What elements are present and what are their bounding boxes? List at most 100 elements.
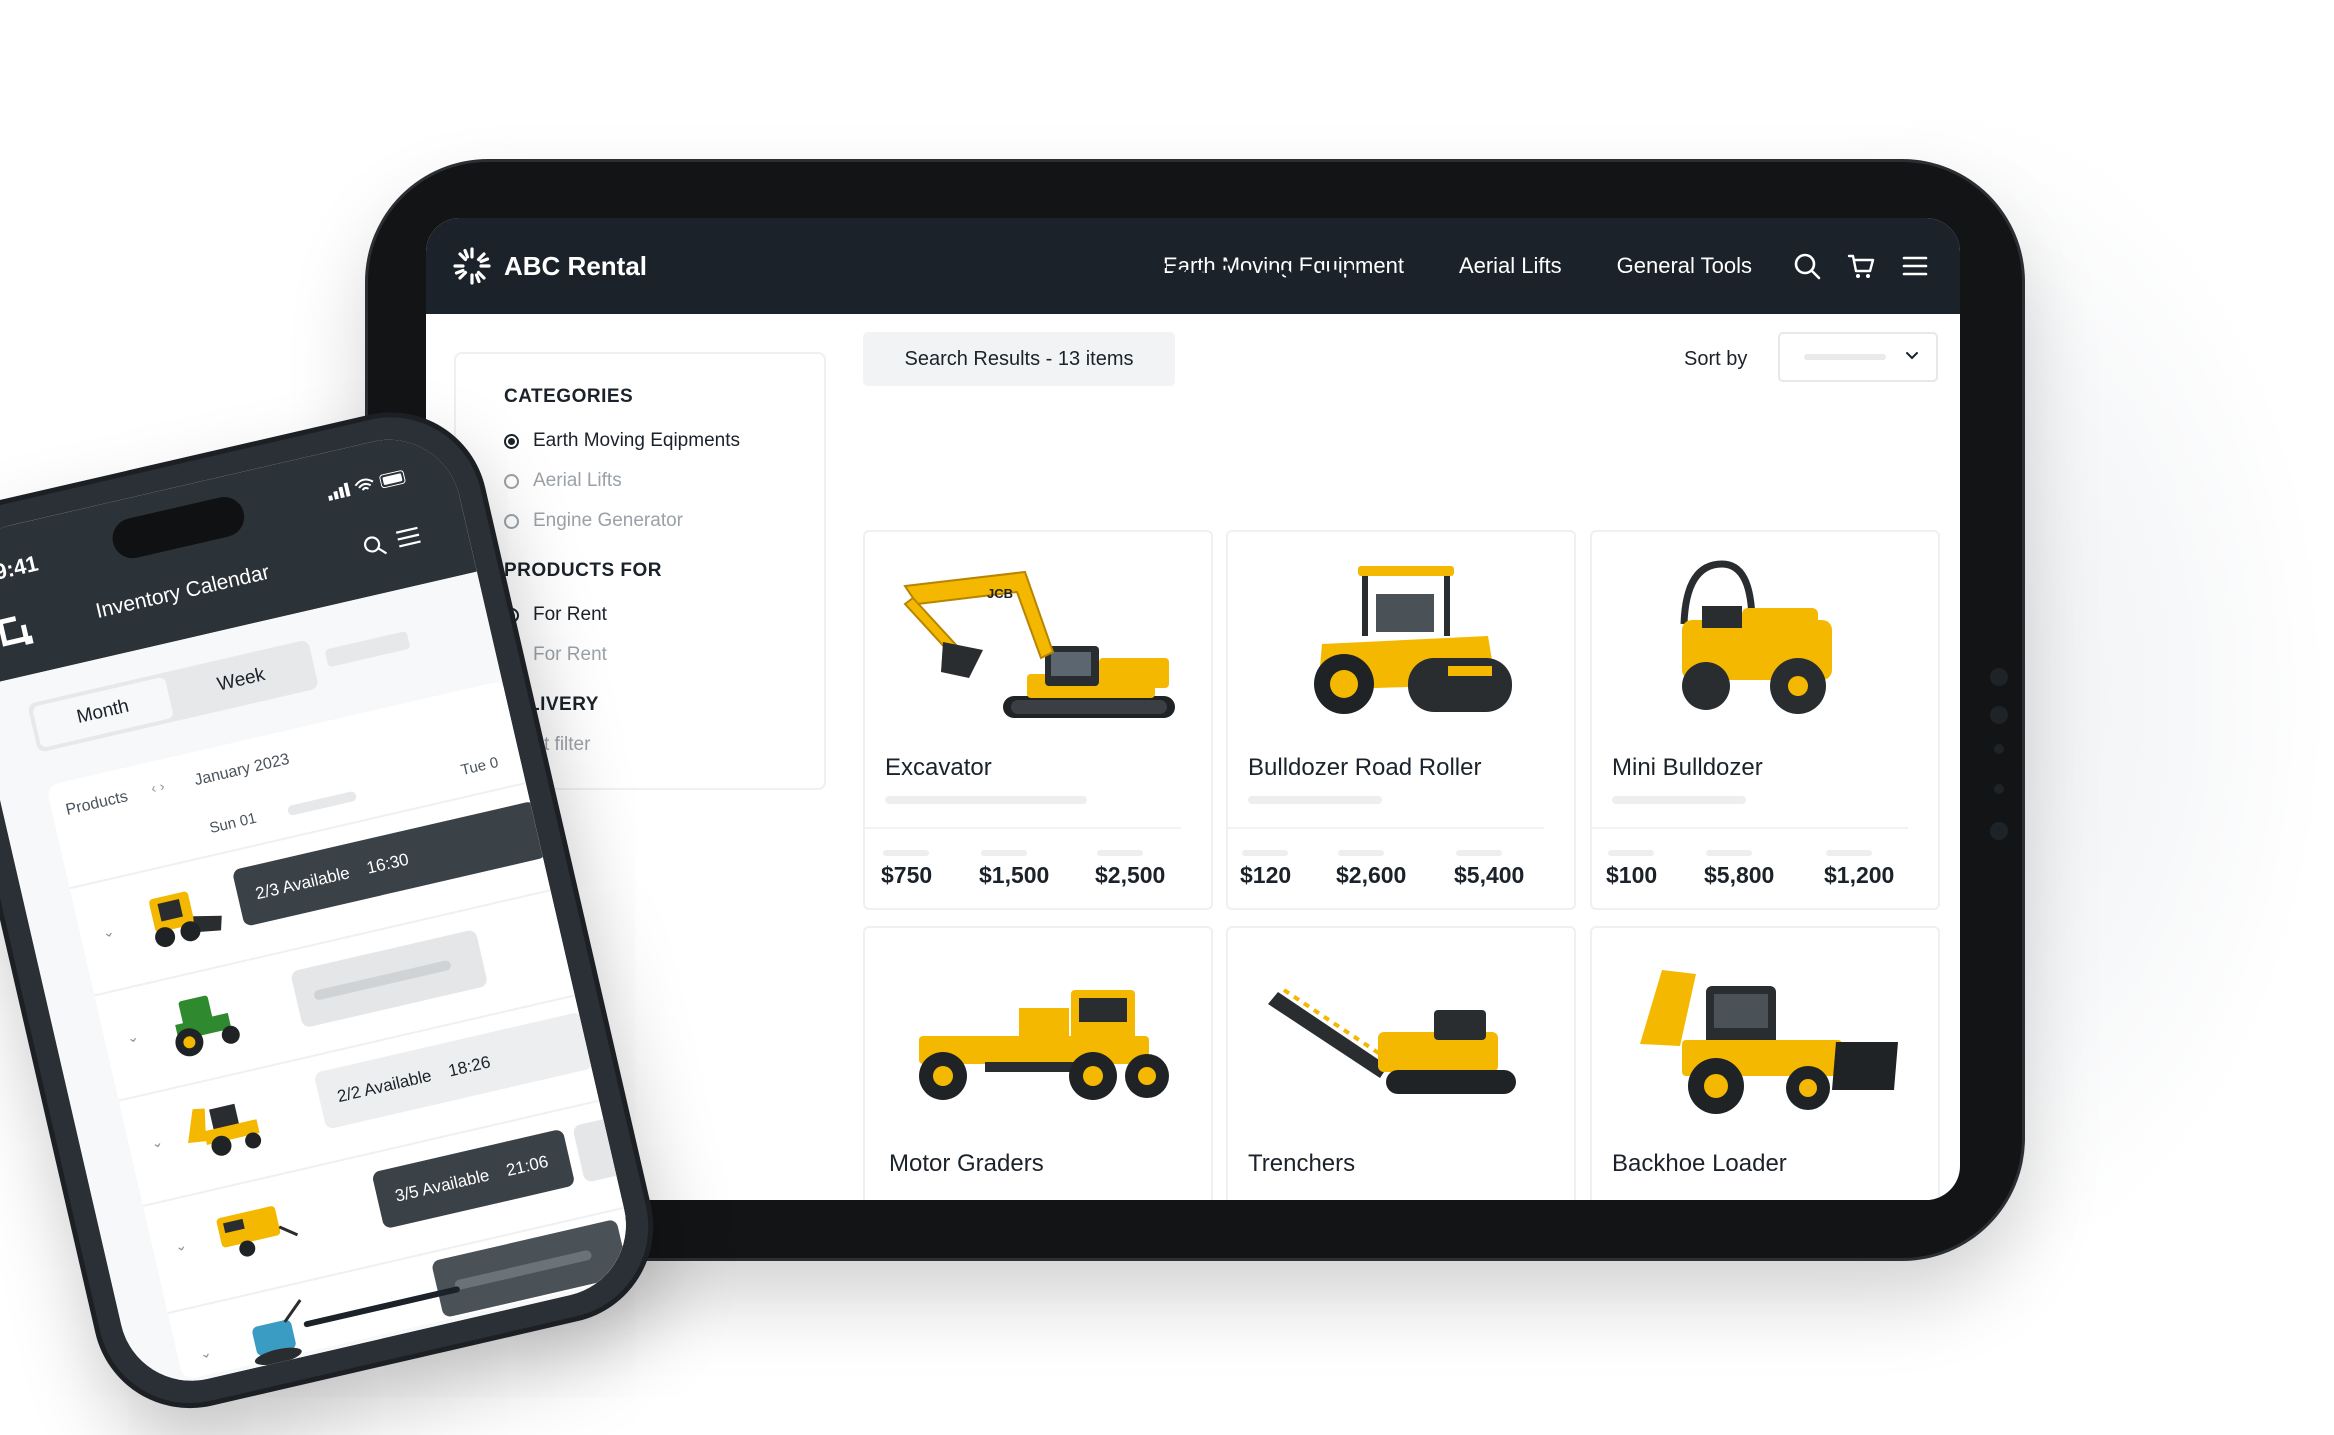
product-name: Excavator (885, 754, 992, 781)
availability-placeholder (313, 959, 452, 1001)
chevron-down-icon[interactable]: ⌄ (125, 1028, 140, 1047)
tab-month[interactable]: Month (31, 676, 174, 749)
availability-bar[interactable] (430, 1218, 630, 1319)
availability-text: 2/2 Available (335, 1066, 434, 1107)
price-daily: $100 (1606, 862, 1658, 888)
price-label-placeholder (1097, 850, 1143, 856)
phone-body: Month Week Products ‹ › January 2023 Sun… (0, 571, 641, 1396)
chevron-down-icon (1906, 352, 1918, 360)
compressor-image (216, 1206, 299, 1257)
cart-icon[interactable] (1846, 251, 1876, 281)
chevron-down-icon[interactable]: ⌄ (149, 1133, 164, 1152)
status-icons (326, 469, 409, 501)
availability-text: 3/5 Available (393, 1165, 492, 1206)
battery-icon (379, 470, 406, 489)
day-label: Tue 0 (459, 753, 501, 779)
search-icon[interactable] (360, 532, 389, 561)
motor-grader-image (919, 990, 1169, 1100)
tablet-sensor (1990, 706, 2008, 724)
nav-general-tools[interactable]: General Tools (1617, 253, 1752, 279)
chevron-down-icon[interactable]: ⌄ (198, 1344, 213, 1363)
excavator-image: JCB (903, 570, 1175, 718)
tractor-image (175, 995, 240, 1057)
availability-bar[interactable]: 2/3 Available 16:30 (231, 800, 547, 927)
price-label-placeholder (981, 850, 1027, 856)
price-label-placeholder (883, 850, 929, 856)
floor-scrubber-image (252, 1299, 302, 1366)
prev-next-arrows-icon[interactable]: ‹ › (150, 778, 166, 797)
placeholder-bar (885, 796, 1087, 804)
chevron-down-icon[interactable]: ⌄ (173, 1236, 188, 1255)
menu-icon[interactable] (395, 526, 421, 548)
price-monthly: $1,200 (1824, 862, 1895, 888)
product-card[interactable]: Backhoe Loader (1590, 926, 1940, 1200)
chevron-down-icon[interactable]: ⌄ (101, 923, 116, 942)
product-card[interactable]: JCB Excavator $750 $1,500 $2,500 (863, 530, 1213, 910)
sort-label: Sort by (1684, 348, 1748, 370)
product-name: Trenchers (1248, 1150, 1356, 1177)
wifi-icon (354, 478, 374, 491)
search-icon[interactable] (1792, 251, 1822, 281)
price-weekly: $5,800 (1704, 862, 1775, 888)
price-weekly: $2,600 (1336, 862, 1407, 888)
product-name: Motor Graders (889, 1150, 1044, 1177)
product-name: Backhoe Loader (1612, 1150, 1787, 1177)
skid-steer-image (149, 891, 222, 948)
products-column-header: Products (64, 788, 130, 819)
product-card[interactable]: Motor Graders (863, 926, 1213, 1200)
availability-bar[interactable]: 3/5 Available 21:06 (371, 1128, 576, 1230)
backhoe-loader-image (1640, 970, 1898, 1114)
sort-placeholder (1804, 354, 1886, 360)
backhoe-image (188, 1103, 262, 1156)
availability-time: 21:06 (504, 1151, 551, 1181)
availability-bar[interactable] (572, 1112, 641, 1183)
page-title: Earth Moving Equipment (863, 254, 1358, 301)
phone-screen: 9:41 Inventory Calendar Month Week Produ… (0, 425, 641, 1396)
tab-week[interactable]: Week (168, 644, 314, 716)
divider (865, 827, 1181, 829)
price-monthly: $2,500 (1095, 862, 1166, 888)
dynamic-island (108, 493, 249, 563)
price-label-placeholder (1242, 850, 1288, 856)
divider (1592, 827, 1908, 829)
day-placeholder (286, 790, 358, 817)
divider (1228, 827, 1544, 829)
availability-text: 2/3 Available (253, 863, 352, 904)
brand-name: ABC Rental (504, 250, 648, 281)
sunburst-logo-icon (453, 247, 491, 285)
product-name: Mini Bulldozer (1612, 754, 1763, 781)
trencher-image (1268, 988, 1516, 1094)
price-weekly: $1,500 (979, 862, 1050, 888)
phone-frame: 9:41 Inventory Calendar Month Week Produ… (0, 399, 667, 1422)
month-label: January 2023 (192, 750, 292, 790)
toggle-placeholder (324, 630, 411, 668)
svg-text:JCB: JCB (987, 586, 1013, 601)
nav-aerial-lifts[interactable]: Aerial Lifts (1459, 253, 1562, 279)
tablet-sensor (1990, 668, 2008, 686)
price-label-placeholder (1706, 850, 1752, 856)
menu-icon[interactable] (1900, 251, 1930, 281)
price-label-placeholder (1826, 850, 1872, 856)
tablet-camera (1994, 744, 2004, 754)
availability-time: 16:30 (364, 849, 411, 878)
price-daily: $750 (881, 862, 933, 888)
price-label-placeholder (1456, 850, 1502, 856)
price-monthly: $5,400 (1454, 862, 1525, 888)
road-roller-image (1314, 566, 1512, 714)
brand[interactable]: ABC Rental (452, 246, 647, 286)
app-logo-icon[interactable] (0, 611, 36, 652)
sort-dropdown[interactable] (1778, 332, 1938, 382)
results-count: Search Results - 13 items (863, 332, 1175, 386)
inventory-calendar-grid: Products ‹ › January 2023 Sun 01 Tue 0 ⌄… (46, 680, 641, 1381)
tablet-sensor (1994, 784, 2004, 794)
phone-title: Inventory Calendar (93, 560, 272, 623)
product-card[interactable]: Mini Bulldozer $100 $5,800 $1,200 (1590, 530, 1940, 910)
status-time: 9:41 (0, 550, 41, 585)
product-name: Bulldozer Road Roller (1248, 754, 1482, 781)
day-label: Sun 01 (207, 809, 259, 838)
availability-time: 18:26 (446, 1052, 493, 1081)
product-card[interactable]: Trenchers (1226, 926, 1576, 1200)
product-card[interactable]: Bulldozer Road Roller $120 $2,600 $5,400 (1226, 530, 1576, 910)
signal-icon (328, 482, 351, 501)
mini-roller-image (1680, 560, 1832, 714)
